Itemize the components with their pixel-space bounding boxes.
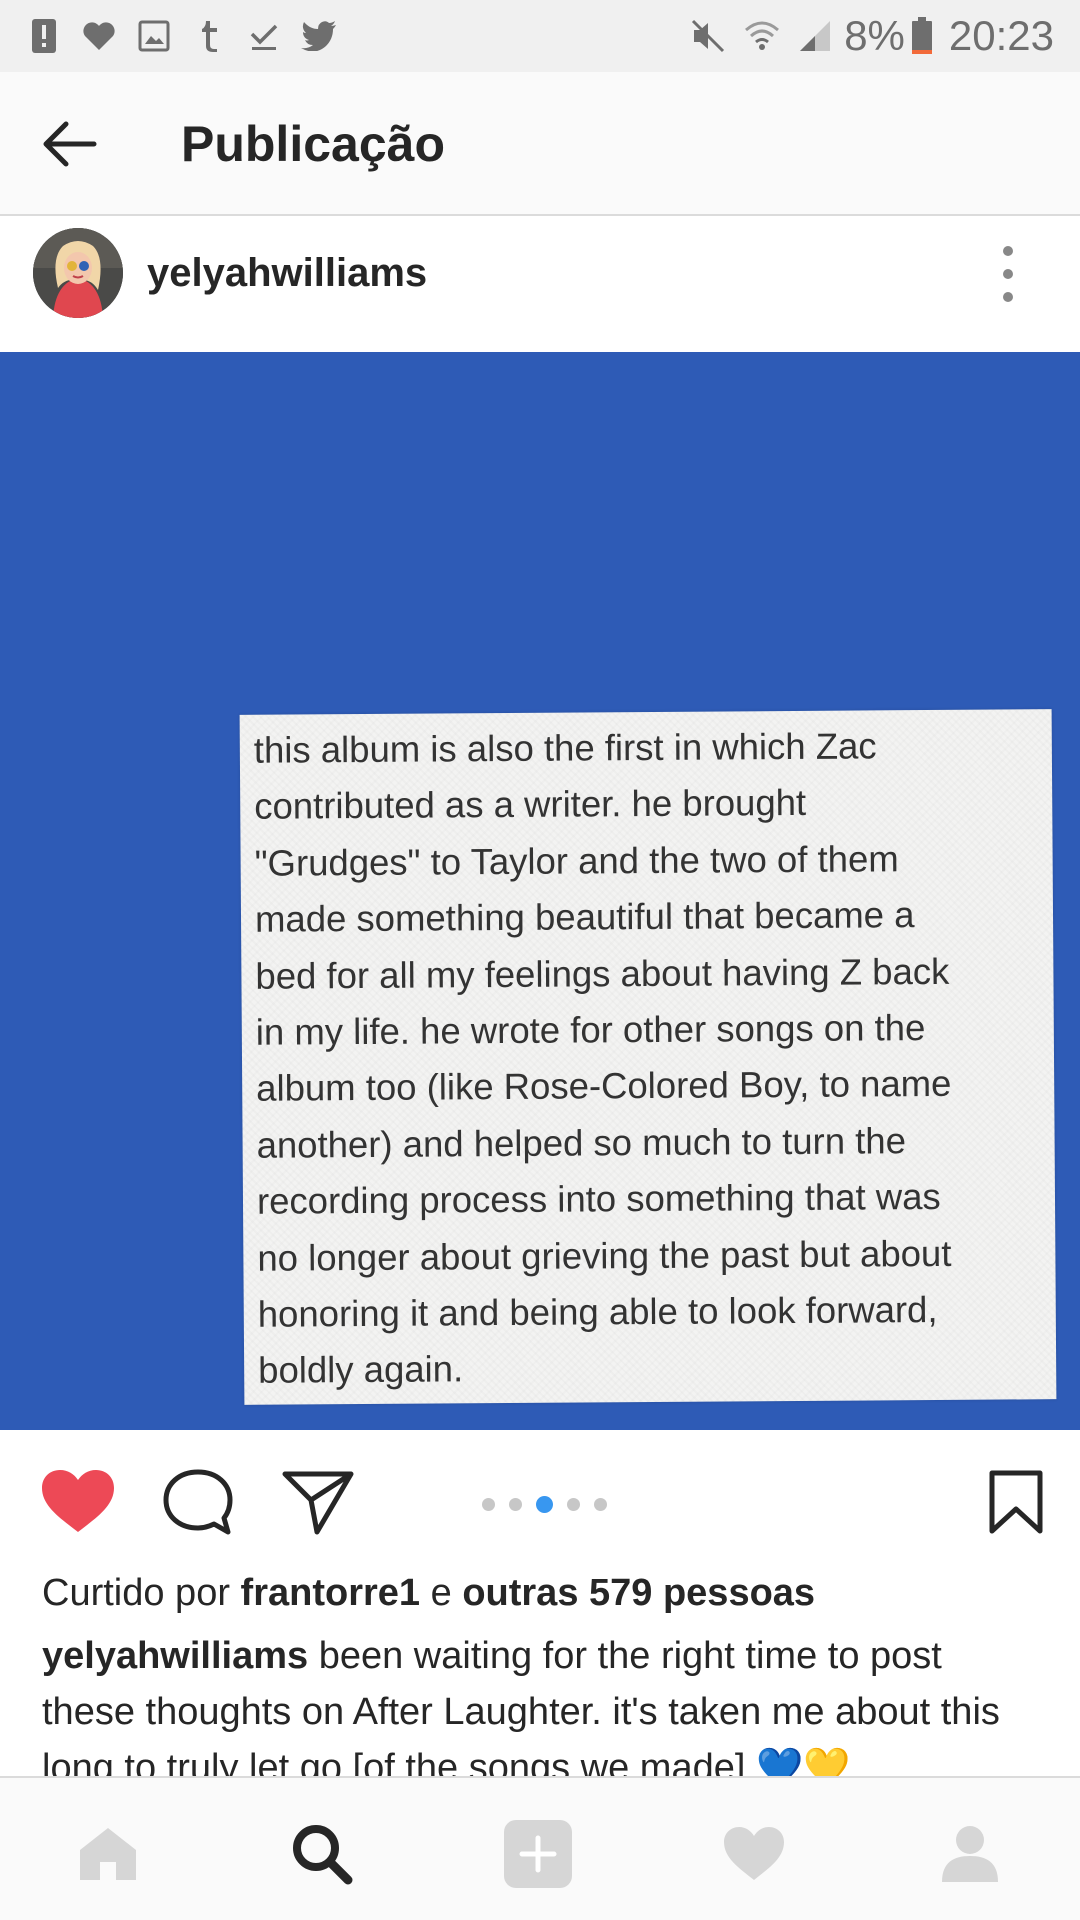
- bottom-navigation: [0, 1776, 1080, 1920]
- more-dot: [1003, 269, 1013, 279]
- nav-profile[interactable]: [932, 1816, 1008, 1892]
- note-text: this album is also the first in which Za…: [253, 725, 952, 1392]
- carousel-dot: [594, 1498, 607, 1511]
- carousel-dot: [509, 1498, 522, 1511]
- likes-connector: e: [430, 1572, 452, 1614]
- post-caption: yelyahwilliams been waiting for the righ…: [42, 1628, 1042, 1796]
- share-button[interactable]: [280, 1466, 356, 1538]
- text-note-card: this album is also the first in which Za…: [239, 709, 1057, 1405]
- battery-percent: 8%: [844, 12, 905, 59]
- add-icon: [504, 1820, 572, 1888]
- alert-icon: [26, 18, 62, 54]
- send-icon: [282, 1471, 354, 1535]
- bookmark-icon: [989, 1470, 1043, 1534]
- carousel-dot: [482, 1498, 495, 1511]
- more-dot: [1003, 292, 1013, 302]
- likes-summary[interactable]: Curtido por frantorre1 e outras 579 pess…: [42, 1570, 815, 1616]
- post-image[interactable]: this album is also the first in which Za…: [0, 352, 1080, 1430]
- home-icon: [80, 1828, 136, 1880]
- like-button[interactable]: [38, 1466, 118, 1538]
- battery-icon: [911, 16, 933, 56]
- status-bar: 8% 20:23: [0, 0, 1080, 72]
- carousel-indicator: [482, 1496, 621, 1513]
- nav-add[interactable]: [500, 1816, 576, 1892]
- post-actions: [0, 1430, 1080, 1562]
- app-bar: Publicação: [0, 72, 1080, 216]
- carousel-dot-active: [536, 1496, 553, 1513]
- nav-activity[interactable]: [716, 1816, 792, 1892]
- liker-username[interactable]: frantorre1: [241, 1572, 421, 1614]
- heart-filled-icon: [42, 1470, 114, 1532]
- heart-icon: [81, 18, 117, 54]
- likes-prefix: Curtido por: [42, 1572, 230, 1614]
- mute-icon: [690, 16, 726, 56]
- profile-icon: [942, 1826, 998, 1882]
- likes-others[interactable]: outras 579 pessoas: [462, 1572, 815, 1614]
- more-dot: [1003, 246, 1013, 256]
- page-title: Publicação: [181, 116, 445, 172]
- clock: 20:23: [948, 12, 1054, 59]
- post-username[interactable]: yelyahwilliams: [147, 250, 427, 296]
- caption-username[interactable]: yelyahwilliams: [42, 1635, 308, 1677]
- system-indicators: 8% 20:23: [672, 12, 1054, 60]
- carousel-dot: [567, 1498, 580, 1511]
- comment-icon: [163, 1469, 233, 1535]
- post-header: yelyahwilliams: [0, 218, 1080, 352]
- avatar[interactable]: [33, 228, 123, 318]
- activity-icon: [724, 1827, 784, 1880]
- back-button[interactable]: [40, 114, 100, 174]
- nav-home[interactable]: [70, 1816, 146, 1892]
- save-button[interactable]: [984, 1466, 1048, 1538]
- avatar-image: [33, 228, 123, 318]
- comment-button[interactable]: [160, 1466, 236, 1538]
- wifi-icon: [744, 16, 780, 56]
- download-done-icon: [246, 18, 282, 54]
- nav-search[interactable]: [284, 1816, 360, 1892]
- arrow-back-icon: [43, 121, 97, 167]
- twitter-icon: [301, 18, 337, 54]
- tumblr-icon: [191, 18, 227, 54]
- image-icon: [136, 18, 172, 54]
- notification-icons: [26, 18, 356, 54]
- search-icon: [293, 1825, 353, 1885]
- more-options-button[interactable]: [990, 246, 1026, 302]
- signal-icon: [798, 16, 832, 56]
